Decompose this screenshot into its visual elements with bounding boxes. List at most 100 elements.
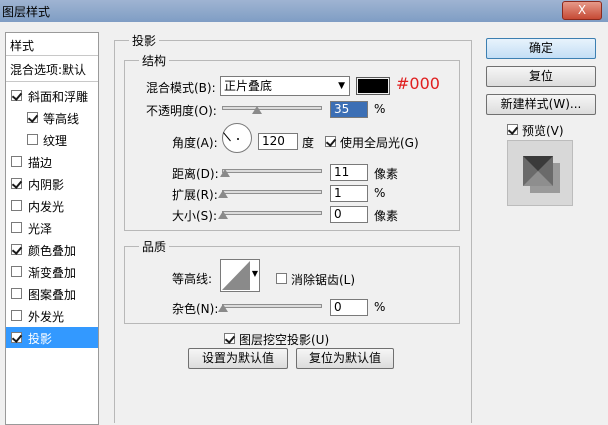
spread-input[interactable]: 1 <box>330 185 368 202</box>
reset-default-button[interactable]: 复位为默认值 <box>296 348 394 369</box>
blending-options-item[interactable]: 混合选项:默认 <box>10 61 86 78</box>
style-item-label: 斜面和浮雕 <box>28 90 89 104</box>
divider <box>6 81 98 82</box>
opacity-unit: % <box>374 102 386 116</box>
style-item-color-overlay[interactable]: 颜色叠加 <box>6 239 98 260</box>
opacity-slider-thumb[interactable] <box>252 106 262 114</box>
distance-input[interactable]: 11 <box>330 164 368 181</box>
distance-label: 距离(D): <box>172 167 219 181</box>
spread-label: 扩展(R): <box>172 188 218 202</box>
angle-input[interactable]: 120 <box>258 133 298 150</box>
checkbox[interactable] <box>11 288 22 299</box>
style-item-texture[interactable]: 纹理 <box>6 129 98 150</box>
size-label: 大小(S): <box>172 209 218 223</box>
styles-header[interactable]: 样式 <box>10 37 34 54</box>
divider <box>6 55 98 56</box>
style-item-label: 渐变叠加 <box>28 266 77 280</box>
checkbox[interactable] <box>11 90 22 101</box>
style-item-label: 描边 <box>28 156 53 170</box>
preview-image <box>523 156 560 193</box>
size-slider[interactable] <box>222 211 322 215</box>
shadow-color-swatch[interactable] <box>356 77 390 95</box>
style-item-bevel-emboss[interactable]: 斜面和浮雕 <box>6 85 98 106</box>
contour-picker[interactable]: ▼ <box>220 259 260 292</box>
chevron-down-icon: ▼ <box>338 81 345 91</box>
size-unit: 像素 <box>374 209 399 223</box>
noise-label: 杂色(N): <box>172 302 219 316</box>
spread-slider[interactable] <box>222 190 322 194</box>
chevron-down-icon: ▼ <box>251 269 258 278</box>
distance-slider[interactable] <box>222 169 322 173</box>
style-item-label: 纹理 <box>43 134 68 148</box>
global-light-checkbox[interactable] <box>325 136 336 147</box>
checkbox[interactable] <box>27 112 38 123</box>
window-title: 图层样式 <box>2 5 51 19</box>
checkbox[interactable] <box>11 178 22 189</box>
checkbox[interactable] <box>11 266 22 277</box>
style-item-drop-shadow[interactable]: 投影 <box>6 327 98 348</box>
noise-slider[interactable] <box>222 304 322 308</box>
preview-label: 预览(V) <box>522 124 564 138</box>
new-style-button[interactable]: 新建样式(W)... <box>486 94 596 115</box>
style-item-outer-glow[interactable]: 外发光 <box>6 305 98 326</box>
style-item-contour[interactable]: 等高线 <box>6 107 98 128</box>
checkbox[interactable] <box>11 332 22 343</box>
style-item-label: 图案叠加 <box>28 288 77 302</box>
style-item-pattern-overlay[interactable]: 图案叠加 <box>6 283 98 304</box>
quality-title: 品质 <box>139 238 170 255</box>
knockout-label: 图层挖空投影(U) <box>239 333 330 347</box>
reset-button[interactable]: 复位 <box>486 66 596 87</box>
checkbox[interactable] <box>11 156 22 167</box>
size-slider-thumb[interactable] <box>218 211 228 219</box>
style-item-stroke[interactable]: 描边 <box>6 151 98 172</box>
dial-center <box>237 138 239 140</box>
checkbox[interactable] <box>11 200 22 211</box>
distance-unit: 像素 <box>374 167 399 181</box>
angle-dial[interactable] <box>222 123 252 153</box>
close-button[interactable]: X <box>562 1 602 20</box>
color-hex-annotation: #000 <box>396 74 440 93</box>
style-item-inner-glow[interactable]: 内发光 <box>6 195 98 216</box>
knockout-checkbox[interactable] <box>224 333 235 344</box>
contour-preview <box>222 261 250 290</box>
style-item-satin[interactable]: 光泽 <box>6 217 98 238</box>
dial-needle <box>223 132 231 142</box>
styles-list: 样式 混合选项:默认 斜面和浮雕 等高线 纹理 描边 内阴影 内发光 光泽 颜色… <box>5 32 99 425</box>
blend-mode-label: 混合模式(B): <box>146 81 216 95</box>
preview-checkbox[interactable] <box>507 124 518 135</box>
checkbox[interactable] <box>11 222 22 233</box>
ok-button[interactable]: 确定 <box>486 38 596 59</box>
style-item-label: 内阴影 <box>28 178 65 192</box>
swatch-fill <box>358 79 388 93</box>
style-item-label: 颜色叠加 <box>28 244 77 258</box>
drop-shadow-title: 投影 <box>129 32 160 49</box>
spread-unit: % <box>374 186 386 200</box>
size-input[interactable]: 0 <box>330 206 368 223</box>
distance-slider-thumb[interactable] <box>220 169 230 177</box>
contour-label: 等高线: <box>172 272 213 286</box>
noise-slider-thumb[interactable] <box>218 304 228 312</box>
global-light-label: 使用全局光(G) <box>340 136 419 150</box>
style-item-label: 光泽 <box>28 222 53 236</box>
structure-title: 结构 <box>139 52 170 69</box>
angle-label: 角度(A): <box>172 136 218 150</box>
style-item-inner-shadow[interactable]: 内阴影 <box>6 173 98 194</box>
antialias-checkbox[interactable] <box>276 273 287 284</box>
make-default-button[interactable]: 设置为默认值 <box>188 348 288 369</box>
noise-unit: % <box>374 300 386 314</box>
checkbox[interactable] <box>11 310 22 321</box>
style-item-gradient-overlay[interactable]: 渐变叠加 <box>6 261 98 282</box>
noise-input[interactable]: 0 <box>330 299 368 316</box>
checkbox[interactable] <box>11 244 22 255</box>
style-item-label: 等高线 <box>43 112 80 126</box>
opacity-slider[interactable] <box>222 106 322 110</box>
style-item-label: 外发光 <box>28 310 65 324</box>
opacity-input[interactable]: 35 <box>330 101 368 118</box>
style-item-label: 投影 <box>28 332 53 346</box>
blend-mode-select[interactable]: 正片叠底 ▼ <box>220 76 350 96</box>
style-preview-thumbnail <box>507 140 573 206</box>
checkbox[interactable] <box>27 134 38 145</box>
spread-slider-thumb[interactable] <box>218 190 228 198</box>
opacity-label: 不透明度(O): <box>146 104 217 118</box>
style-item-label: 内发光 <box>28 200 65 214</box>
